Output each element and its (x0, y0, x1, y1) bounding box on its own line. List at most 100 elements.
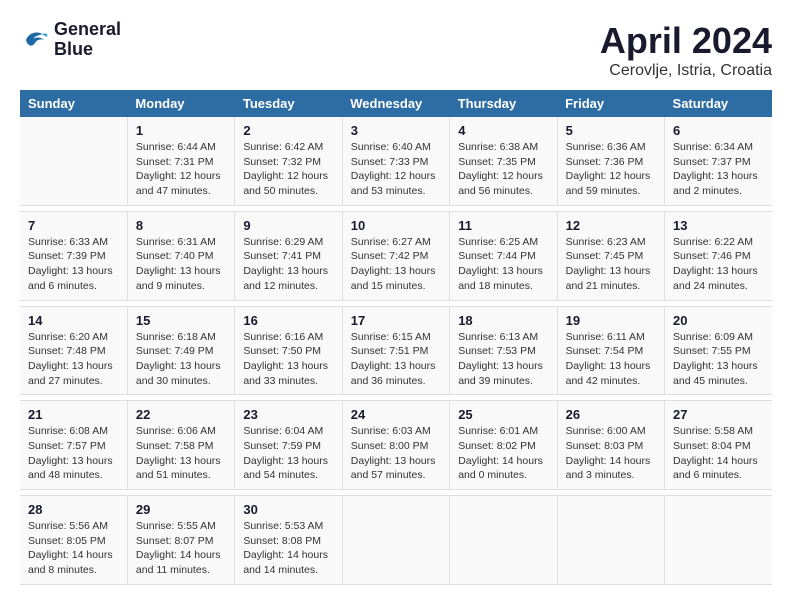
day-detail: Sunrise: 6:34 AM Sunset: 7:37 PM Dayligh… (673, 140, 764, 199)
month-year-title: April 2024 (600, 20, 772, 62)
calendar-cell: 9Sunrise: 6:29 AM Sunset: 7:41 PM Daylig… (235, 211, 342, 300)
day-number: 8 (136, 218, 226, 233)
calendar-week-row: 21 Sunrise: 6:08 AM Sunset: 7:57 PM Dayli… (20, 401, 772, 490)
calendar-cell: 3 Sunrise: 6:40 AM Sunset: 7:33 PM Daylig… (342, 117, 449, 205)
day-detail: Sunrise: 6:31 AM Sunset: 7:40 PM Dayligh… (136, 235, 226, 294)
day-detail: Sunrise: 6:40 AM Sunset: 7:33 PM Dayligh… (351, 140, 441, 199)
day-number: 2 (243, 123, 333, 138)
day-detail: Sunrise: 6:09 AM Sunset: 7:55 PM Dayligh… (673, 330, 764, 389)
day-detail: Sunrise: 6:23 AM Sunset: 7:45 PM Dayligh… (566, 235, 656, 294)
calendar-cell: 28 Sunrise: 5:56 AM Sunset: 8:05 PM Dayli… (20, 496, 127, 585)
day-number: 4 (458, 123, 548, 138)
calendar-week-row: 28 Sunrise: 5:56 AM Sunset: 8:05 PM Dayli… (20, 496, 772, 585)
calendar-cell: 13Sunrise: 6:22 AM Sunset: 7:46 PM Dayli… (665, 211, 772, 300)
column-header-sunday: Sunday (20, 90, 127, 117)
calendar-cell: 12 Sunrise: 6:23 AM Sunset: 7:45 PM Dayli… (557, 211, 664, 300)
day-number: 17 (351, 313, 441, 328)
day-number: 7 (28, 218, 119, 233)
day-number: 12 (566, 218, 656, 233)
day-number: 15 (136, 313, 226, 328)
day-detail: Sunrise: 6:25 AM Sunset: 7:44 PM Dayligh… (458, 235, 548, 294)
calendar-cell (665, 496, 772, 585)
day-number: 19 (566, 313, 656, 328)
day-detail: Sunrise: 6:06 AM Sunset: 7:58 PM Dayligh… (136, 424, 226, 483)
calendar-cell: 21 Sunrise: 6:08 AM Sunset: 7:57 PM Dayli… (20, 401, 127, 490)
column-header-wednesday: Wednesday (342, 90, 449, 117)
day-number: 11 (458, 218, 548, 233)
day-number: 26 (566, 407, 656, 422)
calendar-cell: 2 Sunrise: 6:42 AM Sunset: 7:32 PM Daylig… (235, 117, 342, 205)
day-detail: Sunrise: 6:22 AM Sunset: 7:46 PM Dayligh… (673, 235, 764, 294)
calendar-cell (20, 117, 127, 205)
day-number: 18 (458, 313, 548, 328)
day-detail: Sunrise: 5:53 AM Sunset: 8:08 PM Dayligh… (243, 519, 333, 578)
calendar-cell: 26 Sunrise: 6:00 AM Sunset: 8:03 PM Dayli… (557, 401, 664, 490)
calendar-cell (342, 496, 449, 585)
calendar-cell: 7 Sunrise: 6:33 AM Sunset: 7:39 PM Daylig… (20, 211, 127, 300)
day-number: 14 (28, 313, 119, 328)
column-header-thursday: Thursday (450, 90, 557, 117)
day-detail: Sunrise: 6:00 AM Sunset: 8:03 PM Dayligh… (566, 424, 656, 483)
calendar-cell: 27 Sunrise: 5:58 AM Sunset: 8:04 PM Dayli… (665, 401, 772, 490)
day-number: 6 (673, 123, 764, 138)
calendar-cell: 24 Sunrise: 6:03 AM Sunset: 8:00 PM Dayli… (342, 401, 449, 490)
column-header-saturday: Saturday (665, 90, 772, 117)
day-number: 22 (136, 407, 226, 422)
day-number: 16 (243, 313, 333, 328)
day-number: 21 (28, 407, 119, 422)
calendar-week-row: 1Sunrise: 6:44 AM Sunset: 7:31 PM Daylig… (20, 117, 772, 205)
day-number: 3 (351, 123, 441, 138)
calendar-header-row: SundayMondayTuesdayWednesdayThursdayFrid… (20, 90, 772, 117)
day-number: 30 (243, 502, 333, 517)
calendar-cell: 15 Sunrise: 6:18 AM Sunset: 7:49 PM Dayli… (127, 306, 234, 395)
logo-icon (20, 25, 50, 55)
day-number: 5 (566, 123, 656, 138)
calendar-cell: 29Sunrise: 5:55 AM Sunset: 8:07 PM Dayli… (127, 496, 234, 585)
location-subtitle: Cerovlje, Istria, Croatia (600, 62, 772, 80)
day-detail: Sunrise: 6:38 AM Sunset: 7:35 PM Dayligh… (458, 140, 548, 199)
calendar-cell: 8 Sunrise: 6:31 AM Sunset: 7:40 PM Daylig… (127, 211, 234, 300)
day-number: 1 (136, 123, 226, 138)
day-detail: Sunrise: 6:03 AM Sunset: 8:00 PM Dayligh… (351, 424, 441, 483)
day-detail: Sunrise: 5:56 AM Sunset: 8:05 PM Dayligh… (28, 519, 119, 578)
calendar-cell: 25Sunrise: 6:01 AM Sunset: 8:02 PM Dayli… (450, 401, 557, 490)
calendar-cell: 23 Sunrise: 6:04 AM Sunset: 7:59 PM Dayli… (235, 401, 342, 490)
day-detail: Sunrise: 6:16 AM Sunset: 7:50 PM Dayligh… (243, 330, 333, 389)
calendar-cell: 1Sunrise: 6:44 AM Sunset: 7:31 PM Daylig… (127, 117, 234, 205)
calendar-cell: 16 Sunrise: 6:16 AM Sunset: 7:50 PM Dayli… (235, 306, 342, 395)
column-header-friday: Friday (557, 90, 664, 117)
column-header-monday: Monday (127, 90, 234, 117)
day-detail: Sunrise: 6:04 AM Sunset: 7:59 PM Dayligh… (243, 424, 333, 483)
calendar-cell: 18 Sunrise: 6:13 AM Sunset: 7:53 PM Dayli… (450, 306, 557, 395)
calendar-cell: 4 Sunrise: 6:38 AM Sunset: 7:35 PM Daylig… (450, 117, 557, 205)
day-detail: Sunrise: 6:01 AM Sunset: 8:02 PM Dayligh… (458, 424, 548, 483)
day-detail: Sunrise: 6:33 AM Sunset: 7:39 PM Dayligh… (28, 235, 119, 294)
day-number: 29 (136, 502, 226, 517)
day-detail: Sunrise: 5:58 AM Sunset: 8:04 PM Dayligh… (673, 424, 764, 483)
day-number: 23 (243, 407, 333, 422)
calendar-cell: 20 Sunrise: 6:09 AM Sunset: 7:55 PM Dayli… (665, 306, 772, 395)
day-number: 27 (673, 407, 764, 422)
calendar-table: SundayMondayTuesdayWednesdayThursdayFrid… (20, 90, 772, 585)
title-section: April 2024 Cerovlje, Istria, Croatia (600, 20, 772, 80)
day-detail: Sunrise: 6:11 AM Sunset: 7:54 PM Dayligh… (566, 330, 656, 389)
calendar-cell (450, 496, 557, 585)
logo: General Blue (20, 20, 121, 60)
day-detail: Sunrise: 6:18 AM Sunset: 7:49 PM Dayligh… (136, 330, 226, 389)
day-detail: Sunrise: 6:08 AM Sunset: 7:57 PM Dayligh… (28, 424, 119, 483)
calendar-cell: 14Sunrise: 6:20 AM Sunset: 7:48 PM Dayli… (20, 306, 127, 395)
calendar-week-row: 14Sunrise: 6:20 AM Sunset: 7:48 PM Dayli… (20, 306, 772, 395)
day-detail: Sunrise: 6:36 AM Sunset: 7:36 PM Dayligh… (566, 140, 656, 199)
page-header: General Blue April 2024 Cerovlje, Istria… (20, 20, 772, 80)
day-number: 24 (351, 407, 441, 422)
day-number: 20 (673, 313, 764, 328)
calendar-cell: 6 Sunrise: 6:34 AM Sunset: 7:37 PM Daylig… (665, 117, 772, 205)
calendar-cell: 17 Sunrise: 6:15 AM Sunset: 7:51 PM Dayli… (342, 306, 449, 395)
day-detail: Sunrise: 6:15 AM Sunset: 7:51 PM Dayligh… (351, 330, 441, 389)
day-detail: Sunrise: 6:42 AM Sunset: 7:32 PM Dayligh… (243, 140, 333, 199)
day-number: 10 (351, 218, 441, 233)
calendar-cell (557, 496, 664, 585)
day-number: 28 (28, 502, 119, 517)
day-detail: Sunrise: 6:13 AM Sunset: 7:53 PM Dayligh… (458, 330, 548, 389)
logo-text: General Blue (54, 20, 121, 60)
